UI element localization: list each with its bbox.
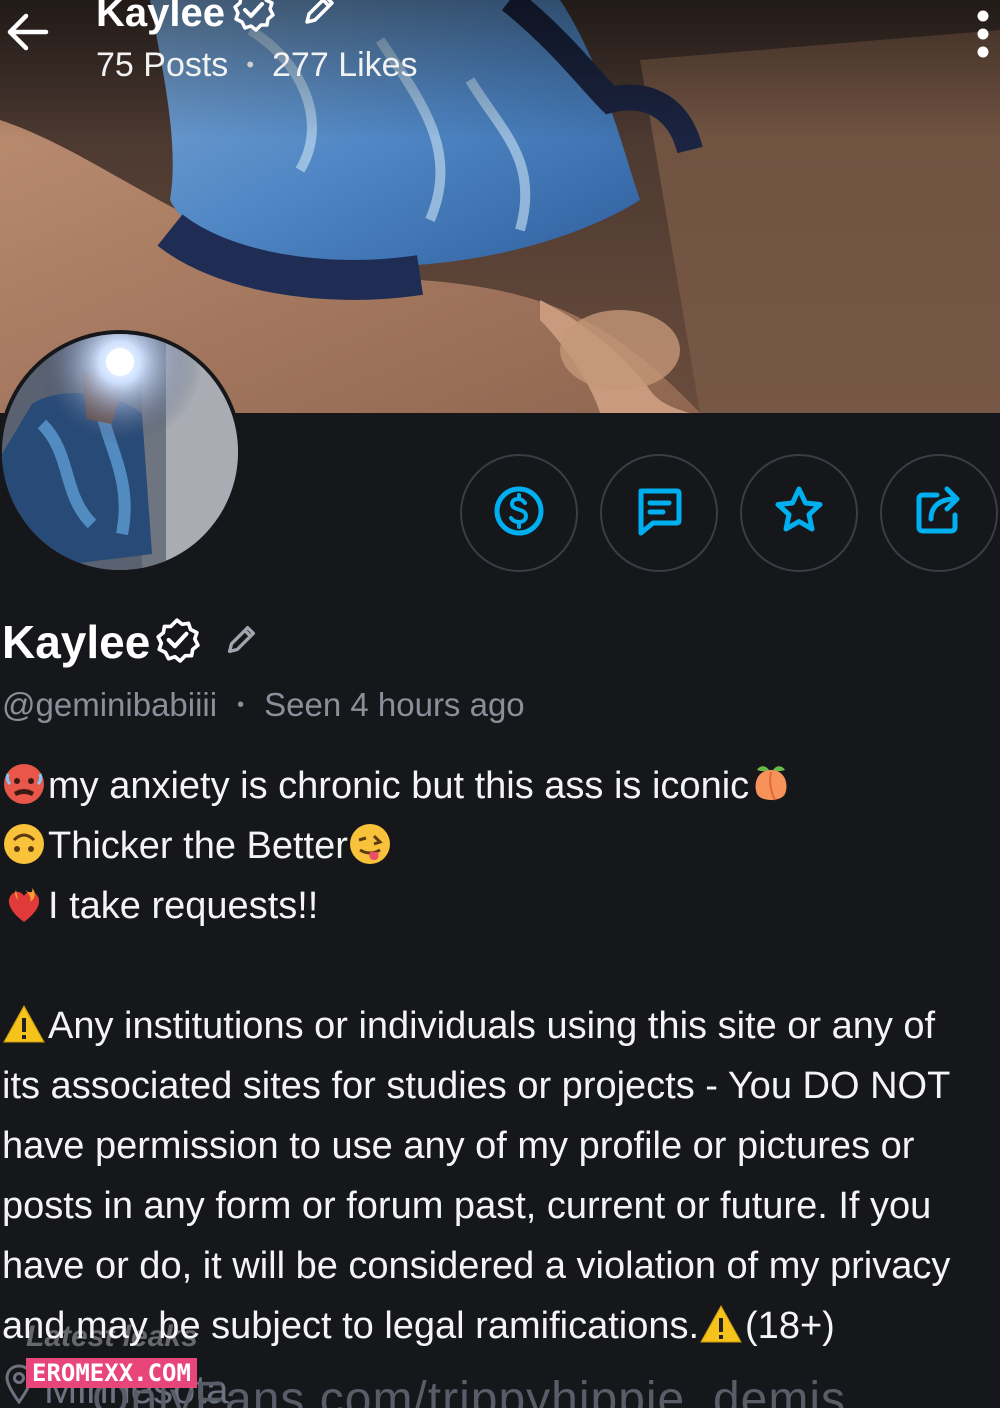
avatar-image — [2, 334, 238, 570]
peach-emoji-icon — [749, 762, 793, 806]
more-vertical-icon — [976, 8, 990, 65]
pencil-icon[interactable] — [299, 0, 339, 35]
posts-count: 75 Posts — [96, 46, 229, 84]
profile-name: Kaylee — [2, 616, 151, 668]
bio-notice-line-4: posts in any form or forum past, current… — [2, 1185, 932, 1227]
watermark: Latest leaks EROMEXX.COM — [26, 1320, 198, 1388]
favorite-button[interactable] — [740, 454, 858, 572]
more-options-button[interactable] — [966, 8, 1000, 64]
bio-line-3: I take requests!! — [48, 885, 319, 927]
bio-line-1: my anxiety is chronic but this ass is ic… — [48, 765, 750, 807]
handle-row: @geminibabiiii • Seen 4 hours ago — [2, 684, 525, 726]
share-icon — [911, 483, 967, 544]
last-seen: Seen 4 hours ago — [264, 686, 525, 723]
pencil-icon[interactable] — [222, 621, 260, 664]
back-button[interactable] — [4, 10, 52, 58]
bio-notice-line-2: its associated sites for studies or proj… — [2, 1065, 951, 1107]
header-title-row: Kaylee — [96, 0, 339, 37]
bio-line: I take requests!! — [2, 876, 998, 936]
bio-line-2: Thicker the Better — [48, 825, 348, 867]
verified-badge-icon — [231, 0, 275, 37]
profile-name-row: Kaylee — [2, 614, 260, 670]
hot-face-emoji-icon — [2, 762, 46, 806]
likes-count: 277 Likes — [272, 46, 418, 84]
dollar-icon — [491, 483, 547, 544]
message-button[interactable] — [600, 454, 718, 572]
stats-separator: • — [246, 52, 255, 77]
bio-line: Thicker the Better — [2, 816, 998, 876]
winking-tongue-emoji-icon — [348, 822, 392, 866]
bio-line: my anxiety is chronic but this ass is ic… — [2, 756, 998, 816]
warning-emoji-icon — [2, 1002, 46, 1046]
heart-on-fire-emoji-icon — [2, 882, 46, 926]
verified-badge-icon — [154, 617, 201, 668]
message-icon — [631, 483, 687, 544]
share-button[interactable] — [880, 454, 998, 572]
header-stats: 75 Posts • 277 Likes — [96, 44, 418, 86]
profile-link[interactable]: OnlyFans.com/trippyhippie_demis — [92, 1372, 846, 1408]
bio-spacer — [2, 936, 998, 996]
warning-emoji-icon — [699, 1302, 743, 1346]
bio-notice-line-3: have permission to use any of my profile… — [2, 1125, 915, 1167]
bio-notice-line-5: have or do, it will be considered a viol… — [2, 1245, 951, 1287]
avatar[interactable] — [0, 330, 242, 574]
watermark-badge: EROMEXX.COM — [26, 1358, 197, 1388]
watermark-top: Latest leaks — [26, 1320, 198, 1353]
bio-line: Any institutions or individuals using th… — [2, 996, 998, 1056]
header-title: Kaylee — [96, 0, 225, 35]
handle-separator: • — [237, 694, 245, 716]
bio-notice-line-1: Any institutions or individuals using th… — [48, 1005, 936, 1047]
star-icon — [771, 483, 827, 544]
profile-handle: @geminibabiiii — [2, 686, 218, 723]
age-tag: (18+) — [745, 1305, 835, 1347]
profile-bio: my anxiety is chronic but this ass is ic… — [2, 756, 998, 1356]
profile-page: Kaylee 75 Posts • 277 Likes Kaylee @gemi… — [0, 0, 1000, 1408]
arrow-left-icon — [6, 10, 50, 59]
tip-button[interactable] — [460, 454, 578, 572]
upside-down-face-emoji-icon — [2, 822, 46, 866]
